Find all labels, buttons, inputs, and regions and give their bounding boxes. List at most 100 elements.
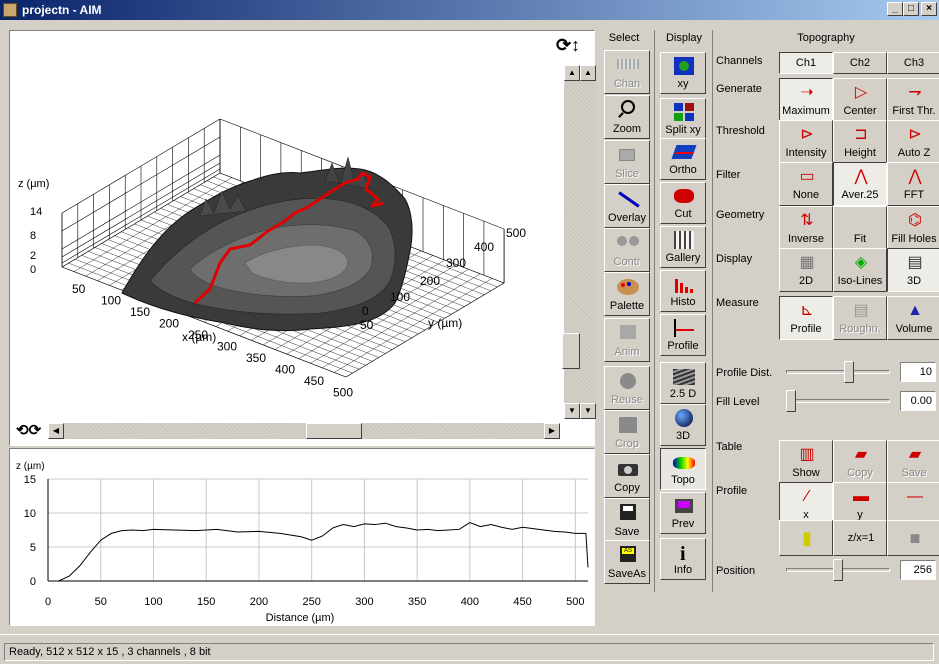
table-copy-icon: ▰ — [854, 446, 868, 463]
filter-aver-25-button[interactable]: ⋀ Aver.25 — [833, 162, 887, 206]
select-contr-button[interactable]: Contr — [604, 228, 650, 272]
x-tick-label: 350 — [246, 351, 266, 365]
position-thumb[interactable] — [833, 559, 843, 581]
y-tick-label: 0 — [362, 304, 369, 318]
profile-aspect-button[interactable]: z/x=1 — [833, 520, 887, 556]
button-label: Save — [614, 526, 640, 538]
geometry-fit-button[interactable]: Fit — [833, 206, 887, 250]
geometry-inverse-icon: ⇅ — [800, 212, 814, 229]
display-prev-button[interactable]: Prev — [660, 492, 706, 534]
profile-x-tick: 0 — [45, 596, 51, 608]
y-tick-label: 50 — [360, 318, 374, 332]
threshold-auto-z-button[interactable]: ⊳ Auto Z — [887, 120, 939, 164]
prev-view-icon — [673, 497, 695, 517]
profile-x-tick: 400 — [461, 596, 479, 608]
display-2d-button[interactable]: ▦ 2D — [779, 248, 833, 292]
table-copy-button[interactable]: ▰ Copy — [833, 440, 887, 484]
scroll-right-button[interactable]: ▶ — [544, 423, 560, 439]
threshold-intensity-button[interactable]: ⊳ Intensity — [779, 120, 833, 164]
display-2-5-d-button[interactable]: 2.5 D — [660, 362, 706, 404]
filter-aver-25-icon: ⋀ — [854, 168, 868, 185]
select-zoom-button[interactable]: Zoom — [604, 95, 650, 139]
position-value[interactable]: 256 — [900, 560, 936, 580]
geometry-fill-holes-button[interactable]: ⌬ Fill Holes — [887, 206, 939, 250]
geometry-inverse-button[interactable]: ⇅ Inverse — [779, 206, 833, 250]
measure-profile-button[interactable]: ⊾ Profile — [779, 296, 833, 340]
select-crop-button[interactable]: Crop — [604, 410, 650, 454]
scroll-up-right-button[interactable]: ▲ — [580, 65, 596, 81]
generate-first-thr--button[interactable]: ⇁ First Thr. — [887, 78, 939, 122]
select-chan-button[interactable]: Chan — [604, 50, 650, 94]
display-histo-button[interactable]: Histo — [660, 270, 706, 312]
fill-level-value[interactable]: 0.00 — [900, 391, 936, 411]
select-overlay-button[interactable]: Overlay — [604, 184, 650, 228]
display-topo-button[interactable]: Topo — [660, 448, 706, 490]
app-icon[interactable] — [3, 3, 17, 17]
display-iso-lines-button[interactable]: ◈ Iso-Lines — [833, 248, 887, 292]
table-show-button[interactable]: ▥ Show — [779, 440, 833, 484]
horizontal-scroll-thumb[interactable] — [306, 423, 362, 439]
plot-3d-view[interactable]: z (µm) 14 8 2 0 50 100 150 200 250 300 350 400 450 5… — [9, 30, 596, 446]
maximize-button[interactable]: □ — [903, 2, 919, 16]
fill-level-thumb[interactable] — [786, 390, 796, 412]
display-xy-button[interactable]: xy — [660, 52, 706, 94]
select-slice-button[interactable]: Slice — [604, 140, 650, 184]
vertical-scroll-thumb[interactable] — [562, 333, 580, 369]
button-label: Split xy — [665, 124, 701, 136]
profile-dist-thumb[interactable] — [844, 361, 855, 383]
scroll-left-button[interactable]: ◀ — [48, 423, 64, 439]
select-anim-button[interactable]: Anim — [604, 318, 650, 362]
scroll-down-button[interactable]: ▼ — [564, 403, 580, 419]
minimize-button[interactable]: _ — [887, 2, 903, 16]
generate-maximum-button[interactable]: ➝ Maximum — [779, 78, 833, 122]
y-tick-label: 200 — [420, 274, 440, 288]
display-split-xy-button[interactable]: Split xy — [660, 98, 706, 140]
button-label: SaveAs — [608, 568, 646, 580]
rotate-vertical-icon[interactable]: ⟳↕ — [556, 35, 580, 56]
filter-fft-button[interactable]: ⋀ FFT — [887, 162, 939, 206]
select-saveas-button[interactable]: AS SaveAs — [604, 540, 650, 584]
profile-dist-slider[interactable] — [786, 361, 890, 383]
profile-plot[interactable]: 0 50 100 150 200 250 300 350 400 450 500 0 5 10 15 z (… — [9, 448, 595, 626]
profile-fill-button[interactable]: ■ — [887, 520, 939, 556]
profile-x-tick: 350 — [408, 596, 426, 608]
display-profile-button[interactable]: Profile — [660, 314, 706, 356]
rotate-horizontal-icon[interactable]: ⟲⟳ — [16, 421, 41, 439]
generate-center-button[interactable]: ▷ Center — [833, 78, 887, 122]
scroll-up-button[interactable]: ▲ — [564, 65, 580, 81]
filter-none-button[interactable]: ▭ None — [779, 162, 833, 206]
threshold-height-button[interactable]: ⊐ Height — [833, 120, 887, 164]
button-label: Anim — [614, 346, 640, 358]
select-copy-button[interactable]: Copy — [604, 454, 650, 498]
palette-icon — [617, 277, 639, 297]
display-3d-button[interactable]: ▤ 3D — [887, 248, 939, 292]
button-label: Auto Z — [897, 147, 931, 159]
table-save-button[interactable]: ▰ Save — [887, 440, 939, 484]
channel-1-button[interactable]: Ch1 — [779, 52, 833, 74]
close-button[interactable]: × — [921, 2, 937, 16]
horizontal-scroll-track[interactable] — [64, 423, 544, 439]
position-slider[interactable] — [786, 559, 890, 581]
display-3d-button[interactable]: 3D — [660, 404, 706, 446]
select-palette-button[interactable]: Palette — [604, 272, 650, 316]
x-tick-label: 100 — [101, 294, 121, 308]
fill-level-slider[interactable] — [786, 390, 890, 412]
select-save-button[interactable]: Save — [604, 498, 650, 542]
display-cut-button[interactable]: Cut — [660, 182, 706, 224]
threshold-label: Threshold — [716, 125, 765, 137]
channel-2-button[interactable]: Ch2 — [833, 52, 887, 74]
channel-3-button[interactable]: Ch3 — [887, 52, 939, 74]
profile-ruler-button[interactable]: ▮ — [779, 520, 833, 556]
z-tick-label: 2 — [30, 250, 36, 262]
measure-roughn--button[interactable]: ▤ Roughn. — [833, 296, 887, 340]
geometry-fit-icon — [851, 211, 871, 231]
title-bar[interactable]: projectn - AIM _ □ × — [0, 0, 939, 20]
display-gallery-button[interactable]: Gallery — [660, 226, 706, 268]
measure-volume-button[interactable]: ▲ Volume — [887, 296, 939, 340]
display-ortho-button[interactable]: Ortho — [660, 138, 706, 180]
scroll-down-right-button[interactable]: ▼ — [580, 403, 596, 419]
display-info-button[interactable]: i Info — [660, 538, 706, 580]
select-reuse-button[interactable]: Reuse — [604, 366, 650, 410]
button-label: Profile — [667, 340, 699, 352]
profile-dist-value[interactable]: 10 — [900, 362, 936, 382]
